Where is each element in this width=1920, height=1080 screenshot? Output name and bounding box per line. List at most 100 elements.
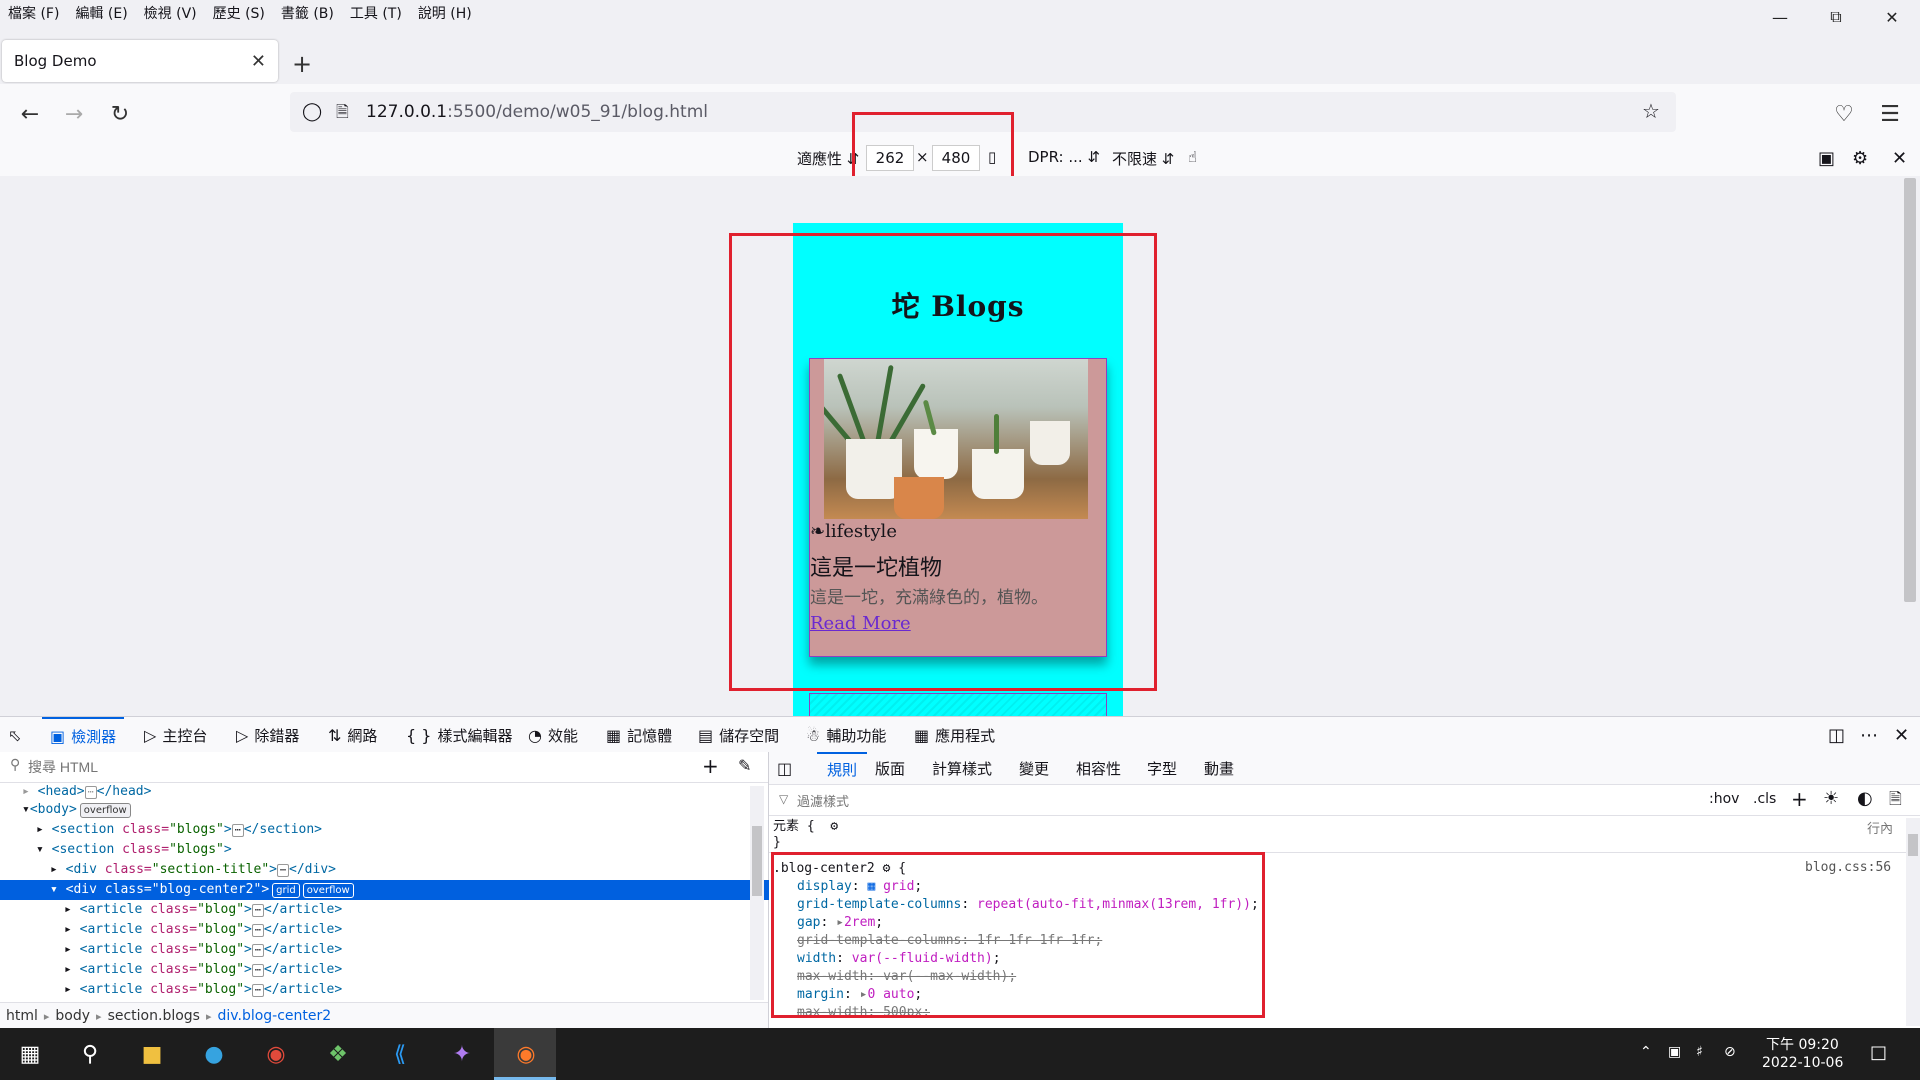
bookmark-star-icon[interactable]: ☆ [1642,99,1660,123]
decl-max-width-overridden[interactable]: max-width: var(--max-width); [797,968,1016,986]
new-tab-button[interactable]: + [292,50,312,78]
hov-button[interactable]: :hov [1709,791,1739,807]
paint-app-icon[interactable]: ✦ [444,1036,480,1072]
menu-edit[interactable]: 編輯 (E) [67,3,135,23]
action-center-icon[interactable]: □ [1870,1042,1887,1063]
dpr-selector[interactable]: DPR: ... ⇵ [1028,148,1100,166]
add-node-icon[interactable]: + [702,754,719,778]
html-search-input[interactable] [26,756,670,778]
menu-file[interactable]: 檔案 (F) [0,3,67,23]
tree-node-blog-center2[interactable]: ▾ <div class="blog-center2"> grid overflow [0,880,800,900]
more-options-icon[interactable]: ⋯ [1860,717,1878,753]
url-text[interactable]: 127.0.0.1:5500/demo/w05_91/blog.html [366,102,708,122]
tab-debugger[interactable]: ▷ 除錯器 [236,717,299,753]
back-arrow-icon[interactable]: ← [14,98,46,130]
rule-selector[interactable]: .blog-center2 ⚙ { [773,860,906,878]
tab-close-icon[interactable]: ✕ [251,51,266,72]
tab-memory[interactable]: ▦ 記憶體 [606,717,672,753]
menu-view[interactable]: 檢視 (V) [136,3,205,23]
screenshot-icon[interactable]: ▣ [1818,148,1835,169]
menu-icon[interactable]: ☰ [1874,98,1906,130]
shield-icon[interactable]: ◯ [302,101,322,122]
tree-node-article[interactable]: ▸ <article class="blog"> ⋯ </article> [0,940,814,960]
viewport-width-input[interactable]: 262 [866,145,914,171]
tab-animations[interactable]: 動畫 [1204,752,1234,784]
tree-node-article[interactable]: ▸ <article class="blog"> ⋯ </article> [0,960,814,980]
windows-start-icon[interactable]: ▦ [12,1036,48,1072]
file-explorer-icon[interactable]: ■ [134,1036,170,1072]
throttle-selector[interactable]: 不限速 ⇵ [1112,148,1174,169]
viewport-height-input[interactable]: 480 [932,145,980,171]
decl-width[interactable]: width: var(--fluid-width); [797,950,1001,968]
settings-gear-icon[interactable]: ⚙ [1852,148,1868,169]
rotate-icon[interactable]: ▯ [988,148,996,166]
tab-console[interactable]: ▷ 主控台 [144,717,207,753]
menu-history[interactable]: 歷史 (S) [205,3,273,23]
decl-grid-template-columns-overridden[interactable]: grid-template-columns: 1fr 1fr 1fr 1fr; [797,932,1102,950]
decl-display[interactable]: display: ▦ grid; [797,878,922,896]
pocket-icon[interactable]: ♡ [1828,98,1860,130]
notification-off-icon[interactable]: ⊘ [1724,1044,1736,1060]
overflow-badge-2[interactable]: overflow [302,883,354,898]
decl-gap[interactable]: gap: ▸2rem; [797,914,883,932]
tab-network[interactable]: ⇅ 網路 [328,717,377,753]
network-tray-icon[interactable]: ▣ [1668,1044,1681,1060]
tab-computed[interactable]: 計算樣式 [932,752,992,784]
tree-node-article[interactable]: ▸ <article class="blog"> ⋯ </article> [0,980,814,1000]
read-more-link[interactable]: Read More [810,613,911,634]
tree-node-section-1[interactable]: ▸ <section class="blogs"> ⋯ </section> [0,820,786,840]
viewport-scrollbar[interactable] [1900,176,1920,716]
tab-blog-demo[interactable]: Blog Demo ✕ [2,40,278,82]
tree-node-section-2[interactable]: ▾ <section class="blogs"> [0,840,786,860]
menu-bookmarks[interactable]: 書籤 (B) [273,3,342,23]
tree-node-head[interactable]: ▸ <head> ⋯ </head> [0,782,772,802]
tab-storage[interactable]: ▤ 儲存空間 [698,717,779,753]
grid-badge[interactable]: grid [272,883,300,898]
clock-date[interactable]: 2022-10-06 [1762,1055,1843,1071]
edge-icon[interactable]: ● [196,1036,232,1072]
menu-help[interactable]: 說明 (H) [410,3,480,23]
tab-performance[interactable]: ◔ 效能 [528,717,578,753]
volume-icon[interactable]: ♯ [1696,1044,1703,1060]
url-bar[interactable]: ◯ 🗎 127.0.0.1:5500/demo/w05_91/blog.html… [290,92,1676,132]
touch-simulation-icon[interactable]: ☝ [1188,148,1197,166]
dock-icon[interactable]: ◫ [1828,717,1845,753]
search-icon[interactable]: ⚲ [72,1036,108,1072]
chrome-icon[interactable]: ◉ [258,1036,294,1072]
cls-button[interactable]: .cls [1753,791,1776,807]
decl-grid-template-columns[interactable]: grid-template-columns: repeat(auto-fit,m… [797,896,1259,914]
toggle-sidebar-icon[interactable]: ◫ [777,752,792,784]
menu-tools[interactable]: 工具 (T) [342,3,410,23]
tab-compatibility[interactable]: 相容性 [1076,752,1121,784]
tab-style-editor[interactable]: { } 樣式編輯器 [406,717,512,753]
element-picker-icon[interactable]: ⬁ [8,717,21,753]
device-selector[interactable]: 適應性 ⇵ [797,148,859,169]
git-client-icon[interactable]: ❖ [320,1036,356,1072]
breadcrumb-section[interactable]: section.blogs [102,1008,206,1024]
tree-node-body[interactable]: ▾<body> overflow [0,800,772,820]
eyedropper-icon[interactable]: ✎ [738,756,751,775]
close-devtools-icon[interactable]: ✕ [1894,717,1909,753]
scrollbar-thumb[interactable] [1904,178,1916,602]
add-rule-icon[interactable]: + [1791,787,1808,811]
overflow-badge[interactable]: overflow [79,803,131,818]
print-media-icon[interactable]: 🗎 [1889,788,1902,815]
element-gear-icon[interactable]: ⚙ [830,819,838,834]
breadcrumb-div[interactable]: div.blog-center2 [212,1008,338,1024]
tray-chevron-icon[interactable]: ⌃ [1640,1044,1652,1060]
tab-layout[interactable]: 版面 [875,752,905,784]
tree-node-article[interactable]: ▸ <article class="blog"> ⋯ </article> [0,920,814,940]
tree-node-article[interactable]: ▸ <article class="blog"> ⋯ </article> [0,900,814,920]
vscode-icon[interactable]: ⟪ [382,1036,418,1072]
breadcrumb-html[interactable]: html [0,1008,44,1024]
grid-icon[interactable]: ▦ [867,879,875,894]
reload-icon[interactable]: ↻ [104,98,136,130]
clock-time[interactable]: 下午 09:20 [1766,1034,1839,1054]
dark-theme-icon[interactable]: ◐ [1857,788,1873,809]
tab-accessibility[interactable]: ☃ 輔助功能 [806,717,886,753]
breadcrumb-body[interactable]: body [49,1008,96,1024]
tab-rules[interactable]: 規則 [817,752,868,784]
rule-gear-icon[interactable]: ⚙ [883,861,891,876]
markup-scrollbar[interactable] [750,786,764,1000]
rules-scrollbar[interactable] [1906,818,1920,1026]
